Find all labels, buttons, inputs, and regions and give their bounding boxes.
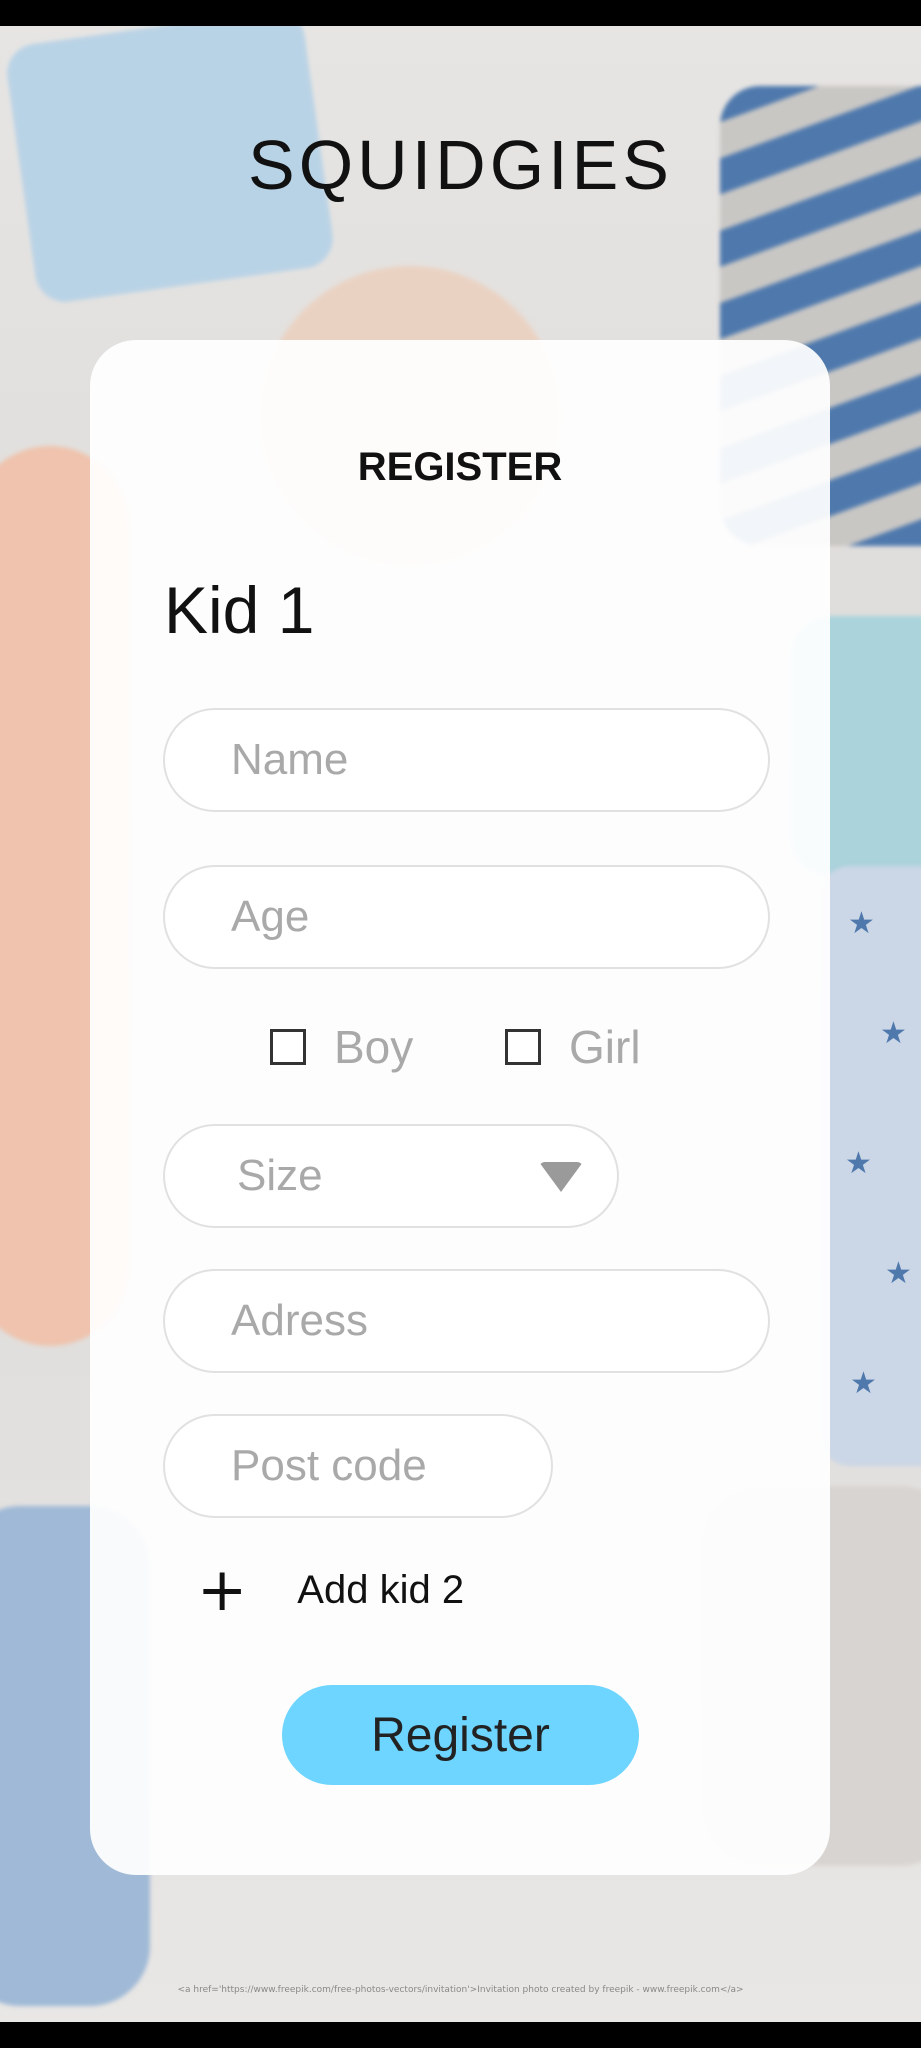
- size-label: Size: [237, 1151, 323, 1200]
- name-input[interactable]: [229, 734, 692, 786]
- add-kid-button[interactable]: + Add kid 2: [197, 1560, 464, 1620]
- boy-option[interactable]: Boy: [270, 1020, 413, 1074]
- boy-label: Boy: [334, 1021, 414, 1073]
- gender-selector: Boy Girl: [90, 1020, 830, 1080]
- add-kid-label: Add kid 2: [297, 1567, 465, 1612]
- boy-checkbox[interactable]: [270, 1029, 306, 1065]
- girl-option[interactable]: Girl: [505, 1020, 641, 1074]
- age-input[interactable]: [229, 891, 692, 943]
- page-title: REGISTER: [357, 445, 563, 489]
- kid-heading: Kid 1: [164, 573, 315, 647]
- size-dropdown[interactable]: Size: [163, 1124, 619, 1228]
- plus-icon[interactable]: +: [197, 1560, 247, 1620]
- status-bar: [0, 0, 921, 26]
- app-logo: SQUIDGIES: [248, 126, 673, 204]
- address-field[interactable]: [163, 1269, 770, 1373]
- name-field[interactable]: [163, 708, 770, 812]
- photo-credit[interactable]: <a href='https://www.freepik.com/free-ph…: [0, 1985, 921, 1995]
- navigation-bar: [0, 2022, 921, 2048]
- chevron-down-icon[interactable]: [539, 1162, 583, 1192]
- postcode-field[interactable]: [163, 1414, 553, 1518]
- register-button[interactable]: Register: [282, 1685, 639, 1785]
- postcode-input[interactable]: [229, 1440, 507, 1492]
- register-card: REGISTER Kid 1 Boy Girl Size + Add kid 2…: [90, 340, 830, 1875]
- girl-checkbox[interactable]: [505, 1029, 541, 1065]
- age-field[interactable]: [163, 865, 770, 969]
- address-input[interactable]: [229, 1295, 692, 1347]
- girl-label: Girl: [569, 1021, 641, 1073]
